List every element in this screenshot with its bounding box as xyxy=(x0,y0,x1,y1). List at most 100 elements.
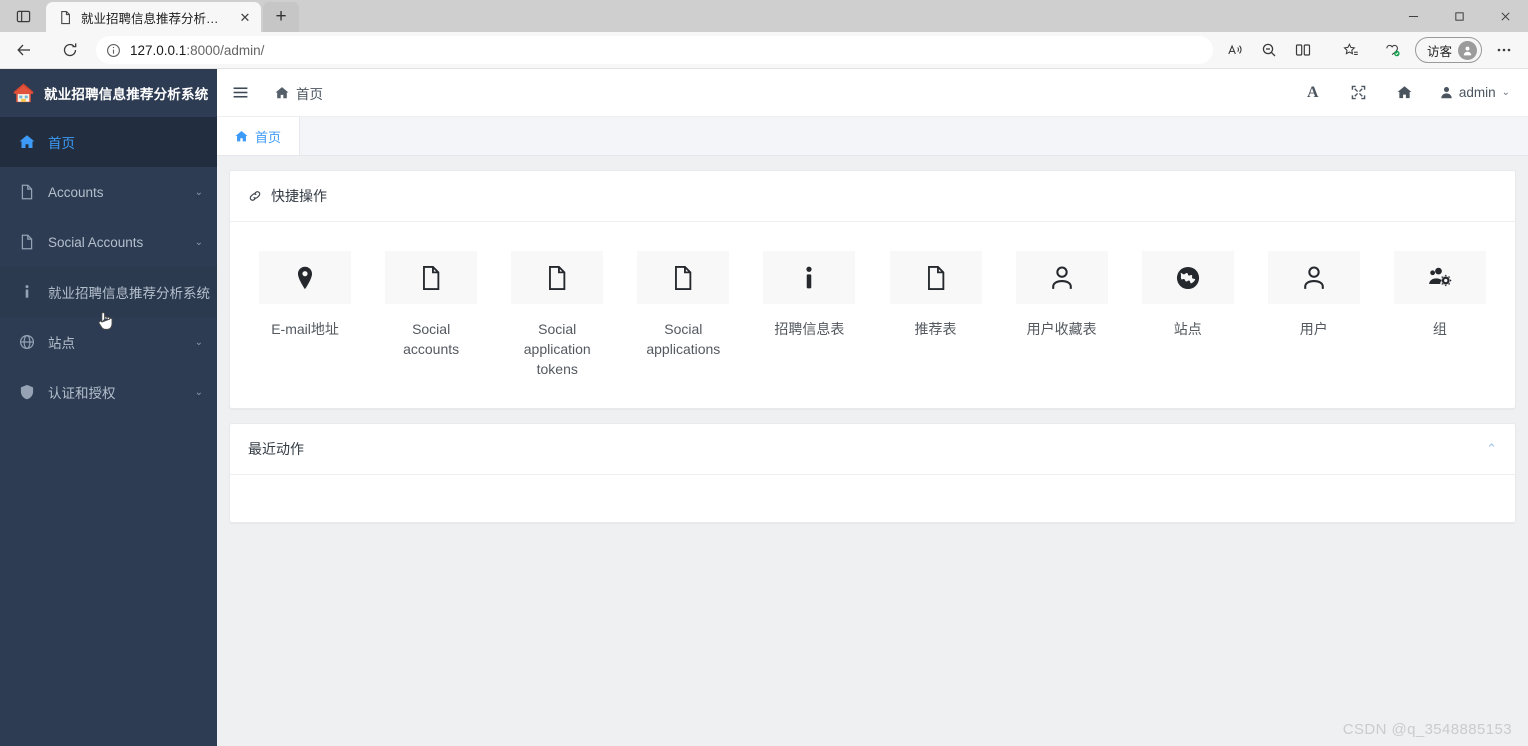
recent-actions-panel: 最近动作 ⌃ xyxy=(229,422,1516,523)
sidebar-item-label: 首页 xyxy=(48,136,75,151)
zoom-out-icon[interactable] xyxy=(1253,35,1285,65)
sidebar-brand-title: 就业招聘信息推荐分析系统 xyxy=(44,87,209,102)
font-size-glyph: A xyxy=(1307,83,1319,101)
user-menu-label: admin xyxy=(1458,85,1496,100)
quick-item-groups[interactable]: 组 xyxy=(1377,251,1503,340)
close-icon[interactable] xyxy=(1482,0,1528,32)
toolbar-right-icons: 访客 xyxy=(1219,35,1520,65)
quick-item-label: 招聘信息表 xyxy=(774,321,845,337)
person-icon xyxy=(1015,251,1108,304)
quick-item-label: 站点 xyxy=(1173,321,1202,337)
info-icon xyxy=(18,284,35,301)
quick-item-label: 用户 xyxy=(1299,321,1328,337)
sidebar-item-label: Social Accounts xyxy=(48,234,144,250)
quick-item-job-postings[interactable]: 招聘信息表 xyxy=(746,251,872,340)
person-avatar-icon xyxy=(1458,40,1477,60)
recent-actions-header[interactable]: 最近动作 ⌃ xyxy=(230,424,1515,475)
quick-item-label: Social accounts xyxy=(403,321,460,357)
fullscreen-button[interactable] xyxy=(1336,69,1382,117)
quick-item-sites[interactable]: 站点 xyxy=(1125,251,1251,340)
tab-actions-icon[interactable] xyxy=(0,0,46,32)
info-bold-icon xyxy=(763,251,856,304)
quick-item-social-application-tokens[interactable]: Social application tokens xyxy=(494,251,620,380)
split-screen-icon[interactable] xyxy=(1287,35,1319,65)
chevron-down-icon: ⌄ xyxy=(1501,87,1510,98)
profile-button[interactable]: 访客 xyxy=(1414,37,1482,63)
reload-icon[interactable] xyxy=(54,35,86,65)
window-controls xyxy=(1390,0,1528,32)
chevron-down-icon: ⌄ xyxy=(194,236,203,248)
sidebar-item-label: 认证和授权 xyxy=(48,386,116,401)
sidebar-item-label: 站点 xyxy=(48,336,75,351)
quick-item-users[interactable]: 用户 xyxy=(1251,251,1377,340)
chevron-down-icon: ⌄ xyxy=(194,186,203,198)
hamburger-icon[interactable] xyxy=(217,69,263,117)
quick-actions-grid: E-mail地址 Social accounts Social applicat… xyxy=(230,222,1515,408)
read-aloud-icon[interactable] xyxy=(1219,35,1251,65)
sidebar-item-label: Accounts xyxy=(48,184,104,200)
quick-item-label: Social applications xyxy=(646,321,721,357)
quick-item-user-favorites[interactable]: 用户收藏表 xyxy=(999,251,1125,340)
chevron-up-icon[interactable]: ⌃ xyxy=(1486,441,1497,457)
home-button[interactable] xyxy=(1382,69,1428,117)
profile-label: 访客 xyxy=(1426,44,1452,59)
browser-tab[interactable]: 就业招聘信息推荐分析系统 ✕ xyxy=(46,2,261,32)
address-bar-url: 127.0.0.1:8000/admin/ xyxy=(130,43,1207,58)
file-icon xyxy=(385,251,478,304)
file-icon xyxy=(18,234,35,251)
quick-item-social-accounts[interactable]: Social accounts xyxy=(368,251,494,360)
content-area: 快捷操作 E-mail地址 Social accounts Social app… xyxy=(217,156,1528,746)
sidebar-item-accounts[interactable]: Accounts ⌄ xyxy=(0,167,217,217)
file-icon xyxy=(637,251,730,304)
sidebar-item-recruitment-system[interactable]: 就业招聘信息推荐分析系统 xyxy=(0,267,217,317)
close-icon[interactable]: ✕ xyxy=(235,7,255,27)
sidebar-item-sites[interactable]: 站点 ⌄ xyxy=(0,317,217,367)
user-icon xyxy=(1440,86,1453,99)
recent-actions-title: 最近动作 xyxy=(248,440,304,457)
maximize-icon[interactable] xyxy=(1436,0,1482,32)
file-icon xyxy=(511,251,604,304)
recent-actions-body xyxy=(230,475,1515,522)
browser-tab-strip: 就业招聘信息推荐分析系统 ✕ + xyxy=(0,0,1528,32)
info-circle-icon[interactable] xyxy=(106,43,121,58)
page-tabstrip: 首页 xyxy=(217,117,1528,156)
sidebar-item-social-accounts[interactable]: Social Accounts ⌄ xyxy=(0,217,217,267)
top-navbar: 首页 A admin ⌄ xyxy=(217,69,1528,117)
link-icon xyxy=(248,189,262,203)
quick-item-label: 组 xyxy=(1432,321,1447,337)
quick-item-social-applications[interactable]: Social applications xyxy=(620,251,746,360)
quick-actions-header: 快捷操作 xyxy=(230,171,1515,222)
watermark-text: CSDN @q_3548885153 xyxy=(1342,721,1512,738)
quick-item-label: Social application tokens xyxy=(523,321,591,377)
sidebar-nav: 首页 Accounts ⌄ Social Accounts ⌄ 就业招聘信息推荐… xyxy=(0,117,217,417)
app-shell: 就业招聘信息推荐分析系统 首页 Accounts ⌄ Social Accoun… xyxy=(0,69,1528,746)
sidebar-item-label: 就业招聘信息推荐分析系统 xyxy=(48,286,210,301)
person-icon xyxy=(1267,251,1360,304)
breadcrumb[interactable]: 首页 xyxy=(275,83,323,103)
quick-item-recommendations[interactable]: 推荐表 xyxy=(872,251,998,340)
ellipsis-icon[interactable] xyxy=(1488,35,1520,65)
sidebar-item-auth[interactable]: 认证和授权 ⌄ xyxy=(0,367,217,417)
home-icon xyxy=(275,86,289,100)
back-arrow-icon[interactable] xyxy=(8,35,40,65)
font-size-button[interactable]: A xyxy=(1290,69,1336,117)
collections-icon[interactable] xyxy=(1377,35,1409,65)
chevron-down-icon: ⌄ xyxy=(194,386,203,398)
browser-toolbar: 127.0.0.1:8000/admin/ 访客 xyxy=(0,32,1528,69)
quick-item-email-address[interactable]: E-mail地址 xyxy=(242,251,368,340)
minimize-icon[interactable] xyxy=(1390,0,1436,32)
sidebar-brand[interactable]: 就业招聘信息推荐分析系统 xyxy=(0,69,217,117)
quick-item-label: E-mail地址 xyxy=(271,321,339,337)
user-menu[interactable]: admin ⌄ xyxy=(1428,85,1510,100)
browser-tab-title: 就业招聘信息推荐分析系统 xyxy=(81,11,227,26)
quick-item-label: 推荐表 xyxy=(914,321,957,337)
globe-icon xyxy=(18,334,35,351)
tab-home[interactable]: 首页 xyxy=(217,117,301,155)
quick-item-label: 用户收藏表 xyxy=(1026,321,1097,337)
new-tab-button[interactable]: + xyxy=(263,2,299,32)
favorites-add-icon[interactable] xyxy=(1335,35,1367,65)
tab-home-label: 首页 xyxy=(255,129,282,145)
address-bar[interactable]: 127.0.0.1:8000/admin/ xyxy=(96,36,1213,64)
url-path: :8000/admin/ xyxy=(186,42,265,58)
sidebar-item-home[interactable]: 首页 xyxy=(0,117,217,167)
